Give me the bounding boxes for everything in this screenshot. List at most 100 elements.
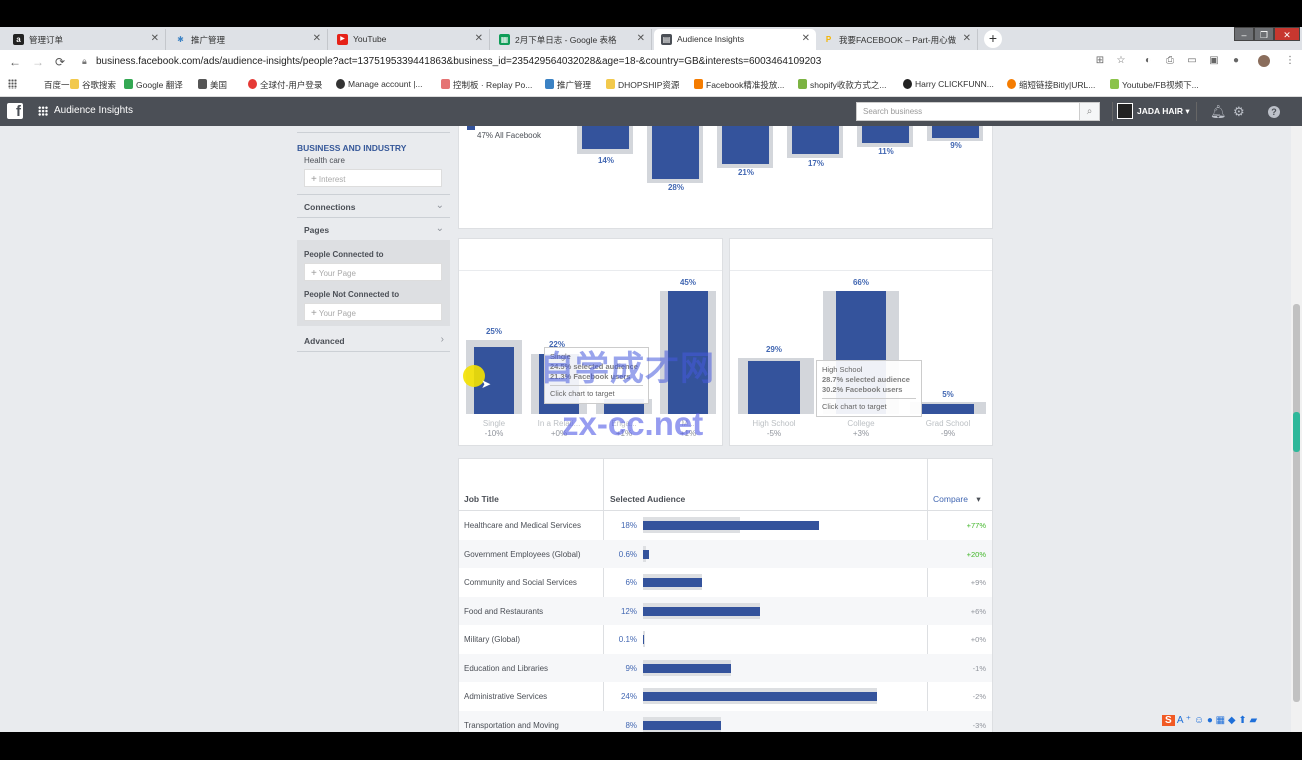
bookmark[interactable]: shopify收款方式之... — [798, 79, 887, 91]
education-bar-grad[interactable] — [922, 404, 974, 414]
connected-page-input[interactable]: + Your Page — [304, 263, 442, 281]
insights-icon: ▤ — [661, 34, 672, 45]
age-bar[interactable] — [652, 126, 699, 179]
relationship-label: Single — [482, 419, 506, 428]
url-field[interactable]: 🔒︎ business.facebook.com/ads/audience-in… — [82, 56, 821, 67]
extension-icon[interactable]: ◐ — [1142, 55, 1154, 67]
age-bar[interactable] — [722, 126, 769, 164]
youtube-icon: ▶ — [337, 34, 348, 45]
bookmark[interactable]: DHOPSHIP资源 — [606, 79, 679, 91]
tab-manage-orders[interactable]: a 管理订单 ✕ — [6, 29, 166, 50]
help-icon[interactable]: ? — [1268, 106, 1280, 118]
menu-icon[interactable]: ⋮ — [1284, 55, 1296, 67]
cast-icon[interactable]: ▭ — [1186, 55, 1198, 67]
sheets-icon: ▦ — [499, 34, 510, 45]
tooltip-selected: 28.7% selected audience — [822, 375, 910, 384]
pages-body: People Connected to + Your Page People No… — [297, 240, 450, 326]
age-bar[interactable] — [582, 126, 629, 149]
minimize-icon[interactable]: – — [1234, 27, 1254, 41]
back-icon[interactable]: ← — [9, 55, 21, 69]
translate-icon[interactable]: ⊞ — [1094, 55, 1106, 67]
account-name: JADA HAIR — [1137, 106, 1183, 116]
bookmark[interactable]: 谷歌搜索 — [70, 79, 116, 91]
bookmark[interactable]: 全球付-用户登录 — [248, 79, 322, 91]
facebook-logo-icon[interactable]: f — [7, 103, 23, 120]
print-icon[interactable]: ⎙ — [1164, 55, 1176, 67]
job-bar — [643, 720, 721, 730]
not-connected-page-input[interactable]: + Your Page — [304, 303, 442, 321]
close-icon[interactable]: ✕ — [313, 33, 321, 44]
pages-section[interactable]: Pages ⌄ — [304, 223, 457, 235]
extension-icon[interactable]: ● — [1230, 55, 1242, 67]
tab-promotion[interactable]: ✱ 推广管理 ✕ — [168, 29, 328, 50]
watermark: zx-cc.net — [562, 405, 703, 443]
bookmark-label: shopify收款方式之... — [810, 80, 887, 90]
close-icon[interactable]: ✕ — [475, 33, 483, 44]
advanced-section[interactable]: Advanced › — [304, 334, 457, 346]
age-bar[interactable] — [932, 126, 979, 138]
ime-icon[interactable]: A ⁺ ☺ ● ▦ ◆ ⬆ ▰ — [1177, 715, 1257, 726]
bookmark-label: Harry CLICKFUNN... — [915, 79, 994, 89]
bookmark[interactable]: 推广管理 — [545, 79, 591, 91]
maximize-icon[interactable]: ❐ — [1254, 27, 1274, 41]
new-tab-icon[interactable]: + — [984, 30, 1002, 48]
gear-icon[interactable]: ⚙ — [1233, 104, 1245, 120]
tab-audience-insights[interactable]: ▤ Audience Insights ✕ — [654, 29, 816, 50]
close-icon[interactable]: ✕ — [637, 33, 645, 44]
reload-icon[interactable]: ⟳ — [55, 55, 65, 69]
job-percent: 24% — [620, 692, 637, 701]
bookmark[interactable]: 缩短链接Bitly|URL... — [1007, 79, 1095, 91]
page-placeholder: Your Page — [318, 309, 356, 318]
tab-google-sheets[interactable]: ▦ 2月下单日志 - Google 表格 ✕ — [492, 29, 652, 50]
bookmark-label: Google 翻译 — [136, 80, 183, 90]
bookmark[interactable]: 美国 — [198, 79, 227, 91]
tab-facebook-part[interactable]: P 我要FACEBOOK – Part-用心做 ✕ — [816, 29, 978, 50]
job-compare: -1% — [972, 663, 986, 673]
bookmark[interactable]: Google 翻译 — [124, 79, 183, 91]
table-row[interactable]: Healthcare and Medical Services 18% +77% — [459, 511, 992, 540]
education-chart-card: 29% 66% 5% High School -5% College +3% G… — [729, 238, 993, 446]
browser-tab-bar: a 管理订单 ✕ ✱ 推广管理 ✕ ▶ YouTube ✕ ▦ 2月下单日志 -… — [0, 27, 1302, 50]
search-business-input[interactable]: Search business ⌕ — [856, 102, 1100, 121]
table-row[interactable]: Military (Global) 0.1% +0% — [459, 625, 992, 654]
account-switcher[interactable]: JADA HAIR ▾ — [1112, 102, 1197, 121]
table-row[interactable]: Transportation and Moving 8% -3% — [459, 710, 992, 732]
close-icon[interactable]: ✕ — [963, 33, 971, 44]
bookmark[interactable]: Youtube/FB视频下... — [1110, 79, 1199, 91]
bookmark[interactable]: Facebook精准投放... — [694, 79, 784, 91]
age-bar[interactable] — [792, 126, 839, 154]
table-row[interactable]: Government Employees (Global) 0.6% +20% — [459, 539, 992, 568]
education-value: 29% — [765, 345, 782, 354]
sogou-icon[interactable]: S — [1162, 715, 1175, 726]
bookmark[interactable]: 控制板 · Replay Po... — [441, 79, 532, 91]
table-row[interactable]: Administrative Services 24% -2% — [459, 682, 992, 711]
bookmark[interactable]: Harry CLICKFUNN... — [903, 79, 994, 89]
connections-section[interactable]: Connections ⌄ — [304, 200, 457, 212]
extension-icon[interactable]: ▣ — [1208, 55, 1220, 67]
job-compare: +77% — [966, 521, 986, 530]
bookmark-label: DHOPSHIP资源 — [618, 80, 680, 90]
scrollbar-thumb[interactable] — [1293, 304, 1300, 702]
education-delta: +3% — [852, 429, 870, 438]
education-bar-highschool[interactable] — [748, 361, 800, 414]
bell-icon[interactable]: 🔔︎ — [1210, 104, 1227, 120]
close-icon[interactable]: ✕ — [151, 33, 159, 44]
star-icon[interactable]: ☆ — [1115, 55, 1127, 67]
table-row[interactable]: Food and Restaurants 12% +6% — [459, 596, 992, 625]
table-row[interactable]: Education and Libraries 9% -1% — [459, 653, 992, 682]
profile-avatar[interactable] — [1258, 55, 1270, 67]
tab-youtube[interactable]: ▶ YouTube ✕ — [330, 29, 490, 50]
forward-icon[interactable]: → — [32, 55, 44, 69]
tab-title: 我要FACEBOOK – Part-用心做 — [839, 35, 957, 45]
interest-input[interactable]: + Interest — [304, 169, 442, 187]
fb-header: f Audience Insights Search business ⌕ JA… — [0, 97, 1302, 126]
close-icon[interactable]: ✕ — [802, 33, 810, 44]
bookmark[interactable]: Manage account |... — [336, 79, 423, 89]
search-icon[interactable]: ⌕ — [1079, 103, 1099, 120]
table-row[interactable]: Community and Social Services 6% +9% — [459, 568, 992, 597]
window-close-icon[interactable]: ✕ — [1274, 27, 1300, 41]
age-bar[interactable] — [862, 126, 909, 143]
apps-grid-icon[interactable] — [38, 106, 48, 116]
compare-dropdown[interactable]: Compare ▾ — [933, 494, 981, 505]
app-title[interactable]: Audience Insights — [54, 105, 133, 116]
